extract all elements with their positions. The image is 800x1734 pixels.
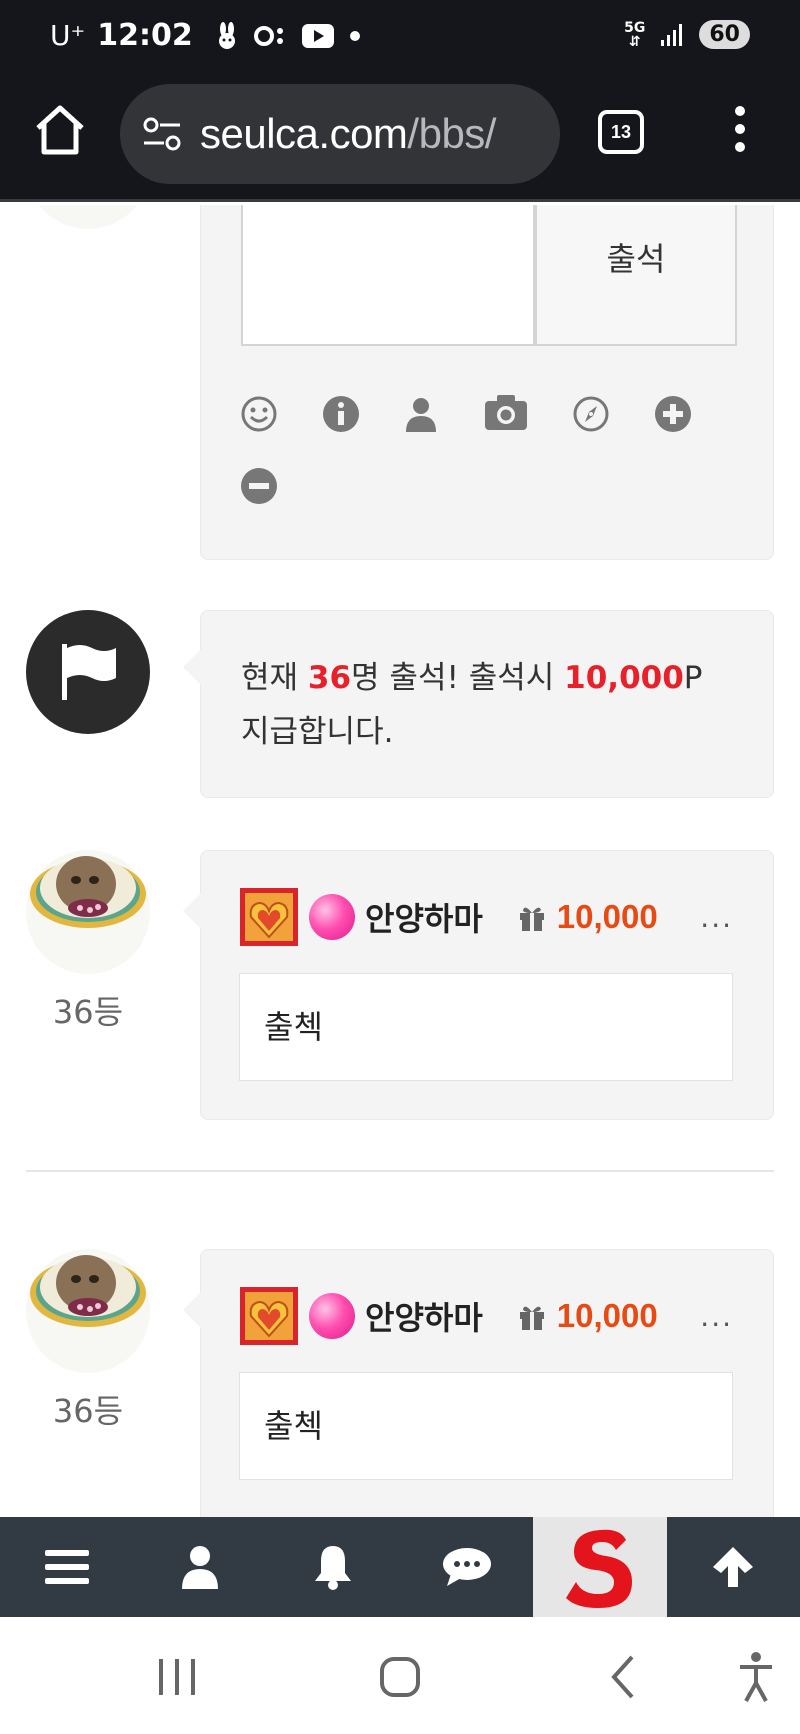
clock: 12:02	[97, 18, 193, 53]
battery-level: 60	[699, 20, 750, 49]
status-bar: U⁺ 12:02 5G ⇵ 60	[0, 0, 800, 76]
site-logo-button[interactable]	[533, 1517, 667, 1617]
more-menu-icon[interactable]	[730, 106, 750, 156]
comment-text: 출첵	[239, 973, 733, 1081]
home-icon[interactable]	[32, 102, 88, 158]
menu-icon	[45, 1550, 89, 1584]
comment-list: 출석 현재 36명 출석! 출석시 10,000P 지급합니다. 36등 안양하…	[0, 205, 800, 1517]
gift-icon	[519, 907, 544, 931]
cat-avatar-image	[30, 1255, 146, 1327]
youtube-icon	[301, 23, 334, 48]
tab-switcher-button[interactable]: 13	[598, 110, 644, 154]
network-indicator: 5G ⇵	[624, 19, 646, 50]
comment-card: 안양하마 10,000 ... 출첵	[183, 1249, 774, 1517]
system-nav-bar	[0, 1617, 800, 1734]
arrow-up-icon	[713, 1547, 753, 1587]
page: U⁺ 12:02 5G ⇵ 60 seulca.com/bbs/ 13 출석 현…	[0, 0, 800, 1734]
attendance-notice: 현재 36명 출석! 출석시 10,000P 지급합니다.	[183, 610, 774, 798]
status-right: 5G ⇵ 60	[624, 20, 750, 49]
member-orb-icon	[309, 894, 355, 940]
attend-submit-button[interactable]: 출석	[535, 205, 737, 346]
accessibility-icon[interactable]	[736, 1647, 776, 1707]
user-icon[interactable]	[401, 394, 441, 434]
site-bottom-nav	[0, 1517, 800, 1617]
dot-icon	[349, 30, 360, 41]
menu-button[interactable]	[0, 1517, 134, 1617]
comment-textarea[interactable]	[241, 205, 535, 346]
attendance-count: 36	[307, 660, 352, 696]
notice-text: 현재 36명 출석! 출석시 10,000P 지급합니다.	[241, 660, 703, 750]
carrier-label: U⁺	[50, 19, 86, 52]
browser-toolbar: seulca.com/bbs/ 13	[0, 76, 800, 202]
avatar[interactable]	[26, 850, 150, 974]
nickname[interactable]: 안양하마	[365, 894, 483, 940]
minus-circle-icon[interactable]	[239, 466, 279, 506]
points-value: 10,000	[556, 1297, 658, 1334]
notice-avatar	[26, 610, 150, 734]
rank-label: 36등	[52, 1392, 124, 1430]
avatar	[26, 205, 150, 229]
bell-icon	[315, 1546, 351, 1590]
comment-composer: 출석	[200, 205, 774, 560]
rank-label: 36등	[52, 993, 124, 1031]
nickname[interactable]: 안양하마	[365, 1293, 483, 1339]
address-bar[interactable]: seulca.com/bbs/	[120, 84, 560, 184]
site-settings-icon[interactable]	[142, 116, 182, 152]
compass-icon[interactable]	[571, 394, 611, 434]
chat-button[interactable]	[400, 1517, 534, 1617]
avatar[interactable]	[26, 1249, 150, 1373]
plus-circle-icon[interactable]	[653, 394, 693, 434]
signal-icon	[661, 23, 683, 46]
comment-author-row: 안양하마 10,000	[239, 1286, 658, 1346]
cat-avatar-image	[30, 856, 146, 928]
level-badge-icon	[240, 888, 298, 946]
flag-icon	[62, 644, 116, 700]
back-icon[interactable]	[604, 1647, 644, 1707]
points-value: 10,000	[556, 898, 658, 935]
url-text: seulca.com/bbs/	[200, 110, 496, 157]
home-nav-icon[interactable]	[376, 1647, 424, 1707]
rabbit-icon	[218, 21, 235, 49]
member-orb-icon	[309, 1293, 355, 1339]
profile-button[interactable]	[133, 1517, 267, 1617]
comment-card: 안양하마 10,000 ... 출첵	[183, 850, 774, 1120]
comment-text: 출첵	[239, 1372, 733, 1480]
more-options-button[interactable]: ...	[700, 901, 733, 934]
notifications-button[interactable]	[266, 1517, 400, 1617]
smile-icon[interactable]	[239, 394, 279, 434]
divider	[26, 1170, 774, 1172]
recent-apps-icon[interactable]	[155, 1647, 199, 1707]
chat-icon	[443, 1548, 491, 1586]
info-icon[interactable]	[321, 394, 361, 434]
zero-icon	[253, 25, 283, 46]
more-options-button[interactable]: ...	[700, 1300, 733, 1333]
comment-author-row: 안양하마 10,000	[239, 887, 658, 947]
user-icon	[182, 1546, 218, 1589]
level-badge-icon	[240, 1287, 298, 1345]
scroll-top-button[interactable]	[666, 1517, 800, 1617]
site-logo	[566, 1529, 632, 1608]
attendance-points: 10,000	[564, 660, 684, 696]
notification-icons	[215, 21, 361, 50]
camera-icon[interactable]	[483, 392, 529, 432]
gift-icon	[519, 1306, 544, 1330]
status-left: U⁺ 12:02	[50, 18, 361, 53]
